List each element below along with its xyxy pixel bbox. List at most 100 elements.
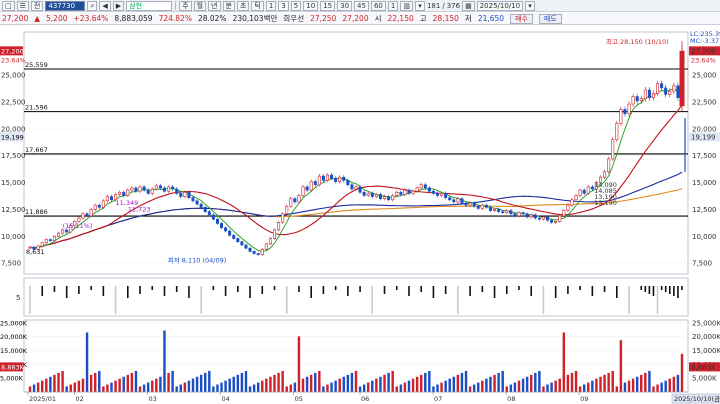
chart-type-button[interactable]: ▥ <box>400 0 413 11</box>
candle <box>586 186 590 194</box>
interval-custom-input[interactable]: 1 <box>387 0 399 11</box>
month-label: 03 <box>149 395 157 403</box>
calendar-dropdown-icon[interactable]: ▾ <box>525 0 536 11</box>
menu-icon[interactable]: ☰ <box>16 0 29 11</box>
volume-bar <box>367 382 370 392</box>
signal-bar <box>444 286 447 294</box>
interval-1-button[interactable]: 1 <box>265 0 277 11</box>
candle <box>57 232 61 237</box>
volume-bar <box>615 386 619 392</box>
stock-chart[interactable]: 7,500 7,500 10,000 10,000 12,500 12,500 15,000… <box>0 26 720 404</box>
signal-bar <box>114 286 117 314</box>
market-select[interactable]: 전 <box>30 0 44 11</box>
next-stock-button[interactable]: ▶ <box>112 0 125 11</box>
volume-bar <box>391 370 394 392</box>
buy-button[interactable]: 매수 <box>510 13 533 24</box>
volume-bar <box>644 372 647 392</box>
sell-button[interactable]: 매도 <box>538 13 562 24</box>
volume-bar <box>436 384 439 392</box>
signal-bar <box>656 286 659 314</box>
volume-bar <box>477 382 480 392</box>
date-field[interactable]: 2025/10/10 <box>476 0 524 11</box>
candle <box>232 234 236 239</box>
quote-bar: 27,200 ▲ 5,200 +23.64% 8,883,059 724.82%… <box>0 13 720 25</box>
signal-bar <box>640 286 643 290</box>
signal-bar <box>78 286 80 294</box>
candle <box>460 198 464 204</box>
period-tick-button[interactable]: 틱 <box>251 0 264 11</box>
volume-bar <box>102 386 105 392</box>
volume-bar <box>448 378 451 392</box>
candle <box>574 195 578 201</box>
signal-bar <box>591 286 594 296</box>
period-minute-button[interactable]: 분 <box>222 0 235 11</box>
month-label: 2025/01 <box>29 395 56 403</box>
candle <box>317 175 321 186</box>
volume-bar <box>273 374 276 392</box>
candle <box>566 204 570 211</box>
signal-bar <box>505 286 508 294</box>
volume-bar <box>309 374 313 392</box>
candle <box>541 216 545 220</box>
candle <box>639 98 643 102</box>
interval-15-button[interactable]: 15 <box>320 0 336 11</box>
volume-bar <box>481 380 484 392</box>
settings-icon[interactable]: ▾ <box>414 0 425 11</box>
interval-5-button[interactable]: 5 <box>290 0 302 11</box>
volume-bar <box>444 380 447 392</box>
candle <box>101 200 105 208</box>
interval-30-button[interactable]: 30 <box>337 0 353 11</box>
low-annotation: 최저 8,110 (04/09) <box>168 256 227 265</box>
period-second-button[interactable]: 초 <box>236 0 250 11</box>
period-year-button[interactable]: 년 <box>208 0 221 11</box>
volume-bar <box>550 382 553 392</box>
volume-bar <box>452 376 456 392</box>
candle <box>334 177 338 182</box>
volume-bar <box>179 384 182 392</box>
candle <box>533 214 537 219</box>
stock-name-field: 삼현 <box>126 0 173 11</box>
signal-bar <box>628 286 630 314</box>
candle <box>240 241 244 246</box>
search-icon[interactable]: ⌕ <box>87 0 98 11</box>
period-week-button[interactable]: 주 <box>179 0 192 11</box>
toolbar: □ ☰ 전 437730 ⌕ ◀ ▶ 삼현 주 월 년 분 초 틱 1 3 5 … <box>0 0 720 12</box>
candle <box>431 190 435 194</box>
signal-bar <box>41 286 44 296</box>
signal-bar <box>673 286 675 296</box>
volume-bar <box>419 374 423 392</box>
volume-bar <box>334 380 337 392</box>
up-arrow-icon: ▲ <box>34 14 41 23</box>
candle <box>672 85 676 92</box>
signal-bar <box>668 286 671 294</box>
candle <box>154 185 158 190</box>
volume-bar <box>562 332 566 392</box>
volume-bar <box>403 382 407 392</box>
signal-bar <box>359 286 361 292</box>
candle <box>505 210 509 213</box>
candle <box>623 109 627 115</box>
candle <box>52 236 56 241</box>
candle <box>643 89 647 99</box>
interval-60-button[interactable]: 60 <box>370 0 386 11</box>
volume-bar <box>505 386 508 392</box>
calendar-icon[interactable]: ▦ <box>462 0 475 11</box>
signal-bar <box>554 286 557 298</box>
layout-icon[interactable]: □ <box>2 0 15 11</box>
stock-code-input[interactable]: 437730 <box>45 0 86 11</box>
prev-stock-button[interactable]: ◀ <box>99 0 111 11</box>
candle <box>366 193 370 196</box>
interval-10-button[interactable]: 10 <box>303 0 319 11</box>
signal-bar <box>457 286 459 314</box>
month-label: 06 <box>361 395 369 403</box>
interval-3-button[interactable]: 3 <box>278 0 289 11</box>
support-line-label: 25,559 <box>25 61 48 69</box>
candle <box>330 174 334 179</box>
period-month-button[interactable]: 월 <box>193 0 207 11</box>
interval-45-button[interactable]: 45 <box>354 0 369 11</box>
high-label: 고 <box>419 14 427 23</box>
volume-bar <box>220 382 223 392</box>
candle <box>517 212 521 217</box>
candle <box>558 215 562 222</box>
candle <box>399 191 403 195</box>
